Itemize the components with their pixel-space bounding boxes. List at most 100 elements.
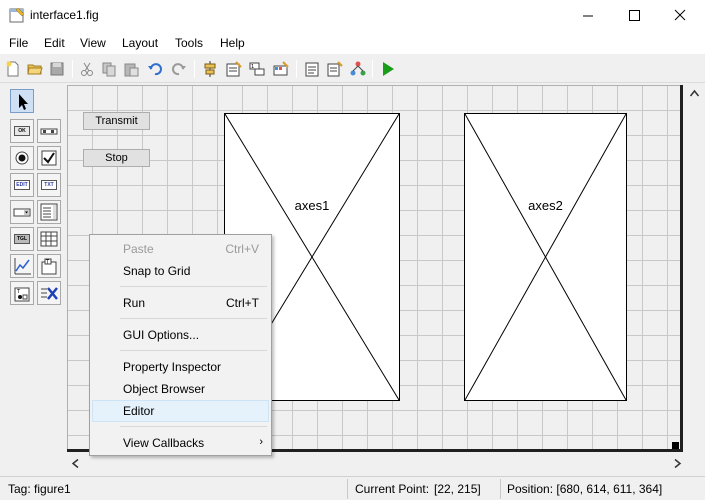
menu-item-label: Run bbox=[123, 296, 146, 310]
list-box-tool[interactable] bbox=[37, 200, 61, 224]
context-menu-paste[interactable]: Paste Ctrl+V bbox=[92, 238, 269, 260]
static-text-tool-icon: TXT bbox=[41, 180, 57, 190]
axes2-label: axes2 bbox=[528, 198, 563, 213]
stop-button[interactable]: Stop bbox=[83, 149, 150, 167]
menu-separator bbox=[120, 318, 267, 319]
object-browser-icon[interactable] bbox=[349, 60, 367, 78]
radio-button-tool-icon bbox=[15, 151, 29, 165]
scroll-right-icon[interactable] bbox=[669, 455, 686, 472]
open-folder-icon[interactable] bbox=[26, 60, 44, 78]
undo-icon[interactable] bbox=[146, 60, 164, 78]
menu-item-label: GUI Options... bbox=[123, 328, 200, 342]
new-file-icon[interactable] bbox=[4, 60, 22, 78]
context-menu-view-callbacks[interactable]: View Callbacks › bbox=[92, 432, 269, 454]
menu-file[interactable]: File bbox=[9, 36, 28, 50]
copy-icon[interactable] bbox=[100, 60, 118, 78]
panel-tool-icon: T bbox=[41, 258, 57, 275]
menu-item-label: Editor bbox=[123, 404, 155, 418]
menu-editor-icon[interactable] bbox=[225, 60, 243, 78]
slider-tool-icon bbox=[40, 128, 58, 135]
context-menu-gui-options[interactable]: GUI Options... bbox=[92, 324, 269, 346]
toolbar-separator bbox=[72, 60, 73, 78]
context-menu: Paste Ctrl+V Snap to Grid Run Ctrl+T GUI… bbox=[89, 234, 272, 456]
submenu-arrow-icon: › bbox=[259, 436, 263, 448]
paste-icon[interactable] bbox=[122, 60, 140, 78]
run-icon[interactable] bbox=[379, 60, 397, 78]
window-title: interface1.fig bbox=[30, 8, 99, 22]
activex-control-tool[interactable] bbox=[37, 281, 61, 305]
menu-item-shortcut: Ctrl+V bbox=[225, 242, 259, 256]
toolbar-separator bbox=[372, 60, 373, 78]
editor-icon[interactable] bbox=[303, 60, 321, 78]
menu-help[interactable]: Help bbox=[220, 36, 245, 50]
tab-order-icon[interactable]: 1 bbox=[248, 60, 266, 78]
minimize-button[interactable] bbox=[565, 0, 611, 32]
menu-edit[interactable]: Edit bbox=[44, 36, 65, 50]
axes2-placeholder[interactable]: axes2 bbox=[464, 113, 627, 401]
context-menu-object-browser[interactable]: Object Browser bbox=[92, 378, 269, 400]
status-bar: Tag: figure1 Current Point: [22, 215] Po… bbox=[0, 476, 705, 500]
menu-item-label: View Callbacks bbox=[123, 436, 205, 450]
radio-button-tool[interactable] bbox=[10, 146, 34, 170]
select-tool-icon bbox=[19, 94, 28, 110]
menu-item-label: Property Inspector bbox=[123, 360, 222, 374]
axes-placeholder-cross-icon bbox=[465, 114, 626, 400]
axes-tool[interactable] bbox=[10, 254, 34, 278]
menu-tools[interactable]: Tools bbox=[175, 36, 203, 50]
toolbar: 1 bbox=[0, 55, 705, 83]
context-menu-run[interactable]: Run Ctrl+T bbox=[92, 292, 269, 314]
maximize-icon bbox=[629, 10, 640, 21]
toggle-button-tool[interactable]: TGL bbox=[10, 227, 34, 251]
menu-separator bbox=[120, 350, 267, 351]
menu-layout[interactable]: Layout bbox=[122, 36, 158, 50]
maximize-button[interactable] bbox=[611, 0, 657, 32]
title-bar: interface1.fig bbox=[0, 0, 705, 32]
axes-tool-icon bbox=[14, 258, 31, 275]
save-icon[interactable] bbox=[48, 60, 66, 78]
vertical-scrollbar[interactable] bbox=[686, 85, 703, 452]
scroll-left-icon[interactable] bbox=[67, 455, 84, 472]
list-box-tool-icon bbox=[40, 203, 58, 221]
status-current-point-label: Current Point: bbox=[355, 482, 430, 496]
align-objects-icon[interactable] bbox=[201, 60, 219, 78]
status-tag: Tag: figure1 bbox=[8, 482, 71, 496]
axes1-label: axes1 bbox=[294, 198, 330, 213]
svg-text:1: 1 bbox=[251, 64, 254, 70]
canvas-right-edge bbox=[680, 85, 683, 452]
canvas-resize-handle[interactable] bbox=[672, 442, 679, 449]
component-palette: OK EDIT TXT TGL T T bbox=[4, 85, 64, 455]
activex-control-tool-icon bbox=[41, 287, 58, 300]
minimize-icon bbox=[583, 15, 593, 17]
context-menu-property-inspector[interactable]: Property Inspector bbox=[92, 356, 269, 378]
status-position: Position: [680, 614, 611, 364] bbox=[507, 482, 663, 496]
panel-tool[interactable]: T bbox=[37, 254, 61, 278]
select-tool[interactable] bbox=[10, 89, 34, 113]
close-button[interactable] bbox=[657, 0, 703, 32]
transmit-button[interactable]: Transmit bbox=[83, 112, 150, 130]
slider-tool[interactable] bbox=[37, 119, 61, 143]
close-icon bbox=[674, 9, 686, 21]
check-box-tool[interactable] bbox=[37, 146, 61, 170]
table-tool[interactable] bbox=[37, 227, 61, 251]
menu-bar: File Edit View Layout Tools Help bbox=[0, 32, 705, 54]
menu-separator bbox=[120, 426, 267, 427]
pop-up-menu-tool[interactable] bbox=[10, 200, 34, 224]
toggle-button-tool-icon: TGL bbox=[14, 234, 30, 244]
menu-item-label: Paste bbox=[123, 242, 154, 256]
property-inspector-icon[interactable] bbox=[326, 60, 344, 78]
status-current-point: [22, 215] bbox=[434, 482, 481, 496]
static-text-tool[interactable]: TXT bbox=[37, 173, 61, 197]
menu-view[interactable]: View bbox=[80, 36, 106, 50]
matlab-fig-icon bbox=[9, 7, 25, 23]
push-button-tool[interactable]: OK bbox=[10, 119, 34, 143]
horizontal-scrollbar[interactable] bbox=[67, 455, 686, 472]
toolbar-editor-icon[interactable] bbox=[272, 60, 290, 78]
scroll-up-icon[interactable] bbox=[686, 85, 703, 102]
redo-icon[interactable] bbox=[170, 60, 188, 78]
cut-icon[interactable] bbox=[78, 60, 96, 78]
context-menu-snap-to-grid[interactable]: Snap to Grid bbox=[92, 260, 269, 282]
context-menu-editor[interactable]: Editor bbox=[92, 400, 269, 422]
edit-text-tool[interactable]: EDIT bbox=[10, 173, 34, 197]
push-button-tool-icon: OK bbox=[14, 126, 30, 136]
button-group-tool[interactable]: T bbox=[10, 281, 34, 305]
